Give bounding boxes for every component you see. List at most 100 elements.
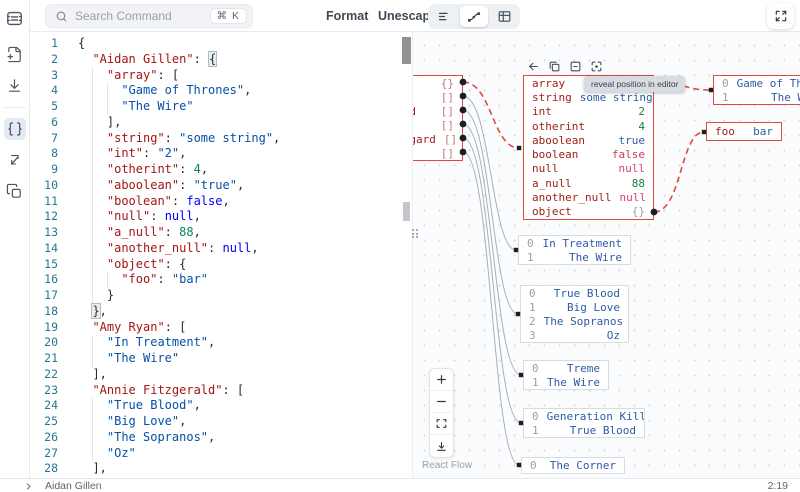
code-line[interactable]: 4"Game of Thrones", bbox=[30, 83, 400, 99]
graph-node-anwan[interactable]: 0Treme1The Wire bbox=[523, 360, 609, 390]
node-row[interactable]: a_null88 bbox=[524, 176, 653, 190]
panel-resize-handle[interactable] bbox=[411, 226, 420, 241]
code-line[interactable]: 19"Amy Ryan": [ bbox=[30, 320, 400, 336]
editor-scrollbar[interactable] bbox=[401, 32, 412, 478]
code-line[interactable]: 5"The Wire" bbox=[30, 99, 400, 115]
code-line[interactable]: 17} bbox=[30, 288, 400, 304]
node-row[interactable]: Aidan Gillen{} bbox=[412, 76, 462, 90]
node-row[interactable]: another_nullnull bbox=[524, 190, 653, 204]
download-image-button[interactable] bbox=[430, 435, 453, 457]
node-row[interactable]: int2 bbox=[524, 105, 653, 119]
code-line[interactable]: 28], bbox=[30, 461, 400, 477]
collapse-icon[interactable] bbox=[567, 58, 584, 74]
code-line[interactable]: 16"foo": "bar" bbox=[30, 272, 400, 288]
new-file-icon[interactable] bbox=[4, 43, 26, 65]
zoom-out-button[interactable] bbox=[430, 391, 453, 413]
code-line[interactable]: 8"int": "2", bbox=[30, 146, 400, 162]
node-row[interactable]: 0The Corner bbox=[522, 458, 624, 473]
graph-node-amy[interactable]: 0In Treatment1The Wire bbox=[518, 235, 631, 265]
graph-node-annie[interactable]: 0True Blood1Big Love2The Sopranos3Oz bbox=[520, 285, 629, 343]
graph-node-foo[interactable]: foobar bbox=[706, 122, 782, 141]
search-placeholder: Search Command bbox=[75, 9, 210, 23]
back-icon[interactable] bbox=[525, 58, 542, 74]
copy-icon[interactable] bbox=[546, 58, 563, 74]
chevron-right-icon[interactable] bbox=[24, 479, 33, 492]
fit-view-button[interactable] bbox=[430, 413, 453, 435]
code-line[interactable]: 21"The Wire" bbox=[30, 351, 400, 367]
node-row[interactable]: abooleantrue bbox=[524, 133, 653, 147]
duplicate-icon[interactable] bbox=[4, 180, 26, 202]
code-line[interactable]: 26"The Sopranos", bbox=[30, 430, 400, 446]
json-code-editor[interactable]: 1{2"Aidan Gillen": {3"array": [4"Game of… bbox=[30, 32, 412, 478]
node-row[interactable]: 0Generation Kill bbox=[524, 409, 644, 423]
node-row[interactable]: 1True Blood bbox=[524, 423, 644, 437]
node-row[interactable]: otherint4 bbox=[524, 119, 653, 133]
line-number: 24 bbox=[30, 398, 58, 414]
graph-node-root[interactable]: Aidan Gillen{}Amy Ryan[]Annie Fitzgerald… bbox=[412, 75, 463, 161]
node-row[interactable]: 0In Treatment bbox=[519, 236, 630, 250]
graph-node-alice[interactable]: 0The Corner bbox=[521, 457, 625, 474]
braces-icon[interactable] bbox=[4, 118, 26, 140]
code-line[interactable]: 7"string": "some string", bbox=[30, 131, 400, 147]
code-line[interactable]: 3"array": [ bbox=[30, 68, 400, 84]
edge bbox=[463, 124, 521, 375]
code-line[interactable]: 13"a_null": 88, bbox=[30, 225, 400, 241]
json-graph-canvas[interactable]: Aidan Gillen{}Amy Ryan[]Annie Fitzgerald… bbox=[412, 32, 800, 478]
code-line[interactable]: 24"True Blood", bbox=[30, 398, 400, 414]
search-input[interactable]: Search Command ⌘ K bbox=[45, 4, 253, 28]
app-logo[interactable] bbox=[4, 7, 26, 29]
node-row[interactable]: 1Big Love bbox=[521, 300, 628, 314]
list-view-icon[interactable] bbox=[430, 6, 458, 27]
node-row[interactable]: Annie Fitzgerald[] bbox=[412, 104, 462, 118]
edge-highlighted bbox=[654, 132, 704, 212]
fullscreen-button[interactable] bbox=[767, 3, 794, 29]
node-row[interactable]: Anwan Glover[] bbox=[412, 118, 462, 132]
graph-view-icon[interactable] bbox=[460, 6, 488, 27]
node-row[interactable]: booleanfalse bbox=[524, 147, 653, 161]
graph-node-got[interactable]: 0Game of Thrones1The Wire bbox=[713, 75, 800, 105]
node-row[interactable]: foobar bbox=[707, 123, 781, 140]
node-row[interactable]: 0True Blood bbox=[521, 286, 628, 300]
code-line[interactable]: 27"Oz" bbox=[30, 446, 400, 462]
code-line[interactable]: 22], bbox=[30, 367, 400, 383]
line-number: 1 bbox=[30, 36, 58, 52]
format-button[interactable]: Format bbox=[326, 0, 368, 32]
node-row[interactable]: 2The Sopranos bbox=[521, 314, 628, 328]
code-line[interactable]: 23"Annie Fitzgerald": [ bbox=[30, 383, 400, 399]
code-line[interactable]: 25"Big Love", bbox=[30, 414, 400, 430]
node-row[interactable]: 0Game of Thrones bbox=[714, 76, 800, 90]
node-row[interactable]: Alice Farmer[] bbox=[412, 146, 462, 160]
node-row[interactable]: nullnull bbox=[524, 162, 653, 176]
code-line[interactable]: 10"aboolean": "true", bbox=[30, 178, 400, 194]
code-line[interactable]: 11"boolean": false, bbox=[30, 194, 400, 210]
transform-icon[interactable] bbox=[4, 149, 26, 171]
download-icon[interactable] bbox=[4, 74, 26, 96]
code-line[interactable]: 12"null": null, bbox=[30, 209, 400, 225]
node-row[interactable]: object{} bbox=[524, 205, 653, 219]
code-line[interactable]: 9"otherint": 4, bbox=[30, 162, 400, 178]
node-row[interactable]: Amy Ryan[] bbox=[412, 90, 462, 104]
scrollbar-thumb[interactable] bbox=[402, 37, 411, 64]
node-row[interactable]: 1The Wire bbox=[714, 90, 800, 104]
code-line[interactable]: 14"another_null": null, bbox=[30, 241, 400, 257]
graph-node-alex[interactable]: 0Generation Kill1True Blood bbox=[523, 408, 645, 438]
code-line[interactable]: 1{ bbox=[30, 36, 400, 52]
graph-node-aidan[interactable]: array[]stringsome stringint2otherint4abo… bbox=[523, 75, 654, 220]
table-view-icon[interactable] bbox=[490, 6, 518, 27]
node-row[interactable]: stringsome string bbox=[524, 90, 653, 104]
code-line[interactable]: 18}, bbox=[30, 304, 400, 320]
code-line[interactable]: 2"Aidan Gillen": { bbox=[30, 52, 400, 68]
search-icon bbox=[55, 10, 68, 23]
react-flow-attribution[interactable]: React Flow bbox=[422, 460, 472, 471]
node-row[interactable]: 1The Wire bbox=[519, 250, 630, 264]
code-line[interactable]: 20"In Treatment", bbox=[30, 335, 400, 351]
node-row[interactable]: 3Oz bbox=[521, 328, 628, 342]
line-number: 14 bbox=[30, 241, 58, 257]
node-row[interactable]: 1The Wire bbox=[524, 375, 608, 389]
node-row[interactable]: 0Treme bbox=[524, 361, 608, 375]
zoom-in-button[interactable] bbox=[430, 369, 453, 391]
focus-icon[interactable] bbox=[588, 58, 605, 74]
code-line[interactable]: 6], bbox=[30, 115, 400, 131]
node-row[interactable]: Alexander Skarsgard[] bbox=[412, 132, 462, 146]
code-line[interactable]: 15"object": { bbox=[30, 257, 400, 273]
